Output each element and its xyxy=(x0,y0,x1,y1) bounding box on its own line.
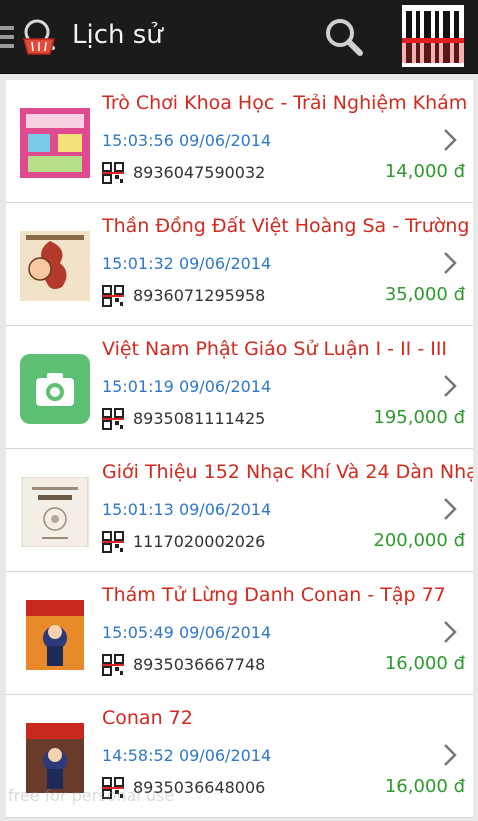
item-title: Conan 72 xyxy=(102,707,193,729)
item-price: 14,000 đ xyxy=(384,161,465,182)
camera-placeholder-icon xyxy=(20,354,90,424)
basket-search-app-icon[interactable] xyxy=(20,18,64,58)
barcode-icon xyxy=(102,162,124,184)
item-timestamp: 15:03:56 09/06/2014 xyxy=(102,131,272,150)
item-price: 200,000 đ xyxy=(373,530,465,551)
chevron-right-icon xyxy=(444,252,457,274)
item-title: Thần Đồng Đất Việt Hoàng Sa - Trường xyxy=(102,215,470,237)
list-item[interactable]: Thám Tử Lừng Danh Conan - Tập 77 15:05:4… xyxy=(6,572,473,695)
book-cover-thumbnail xyxy=(20,108,90,178)
watermark-text: free for personal use xyxy=(8,786,175,805)
item-title: Giới Thiệu 152 Nhạc Khí Và 24 Dàn Nhạc xyxy=(102,461,473,483)
item-timestamp: 15:01:19 09/06/2014 xyxy=(102,377,272,396)
item-title: Việt Nam Phật Giáo Sử Luận I - II - III xyxy=(102,338,448,360)
item-title: Trò Chơi Khoa Học - Trải Nghiệm Khám xyxy=(102,92,468,114)
barcode-icon xyxy=(102,408,124,430)
barcode-icon xyxy=(102,285,124,307)
chevron-right-icon xyxy=(444,375,457,397)
book-cover-thumbnail xyxy=(21,477,89,547)
barcode-scan-button[interactable] xyxy=(402,5,464,67)
chevron-right-icon xyxy=(444,621,457,643)
item-timestamp: 15:01:32 09/06/2014 xyxy=(102,254,272,273)
book-cover-thumbnail xyxy=(20,231,90,301)
item-barcode: 8935081111425 xyxy=(133,409,266,428)
list-item[interactable]: Việt Nam Phật Giáo Sử Luận I - II - III … xyxy=(6,326,473,449)
item-barcode: 1117020002026 xyxy=(133,532,266,551)
item-price: 16,000 đ xyxy=(384,653,465,674)
book-cover-thumbnail xyxy=(26,723,84,793)
barcode-scan-icon xyxy=(402,11,464,63)
page-title: Lịch sử xyxy=(72,20,163,50)
chevron-right-icon xyxy=(444,129,457,151)
search-icon[interactable] xyxy=(322,16,366,60)
item-timestamp: 15:01:13 09/06/2014 xyxy=(102,500,272,519)
chevron-right-icon xyxy=(444,498,457,520)
item-price: 16,000 đ xyxy=(384,776,465,797)
item-price: 35,000 đ xyxy=(384,284,465,305)
item-timestamp: 14:58:52 09/06/2014 xyxy=(102,746,272,765)
item-price: 195,000 đ xyxy=(373,407,465,428)
list-item[interactable]: Trò Chơi Khoa Học - Trải Nghiệm Khám 15:… xyxy=(6,80,473,203)
item-barcode: 8936071295958 xyxy=(133,286,266,305)
list-item[interactable]: Giới Thiệu 152 Nhạc Khí Và 24 Dàn Nhạc 1… xyxy=(6,449,473,572)
top-app-bar: Lịch sử xyxy=(0,0,478,73)
barcode-icon xyxy=(102,531,124,553)
item-barcode: 8935036667748 xyxy=(133,655,266,674)
book-cover-thumbnail xyxy=(26,600,84,670)
list-item[interactable]: Thần Đồng Đất Việt Hoàng Sa - Trường 15:… xyxy=(6,203,473,326)
history-list: Trò Chơi Khoa Học - Trải Nghiệm Khám 15:… xyxy=(6,80,473,818)
item-title: Thám Tử Lừng Danh Conan - Tập 77 xyxy=(102,584,446,606)
item-timestamp: 15:05:49 09/06/2014 xyxy=(102,623,272,642)
chevron-right-icon xyxy=(444,744,457,766)
menu-icon[interactable] xyxy=(0,26,14,48)
barcode-icon xyxy=(102,654,124,676)
item-barcode: 8936047590032 xyxy=(133,163,266,182)
